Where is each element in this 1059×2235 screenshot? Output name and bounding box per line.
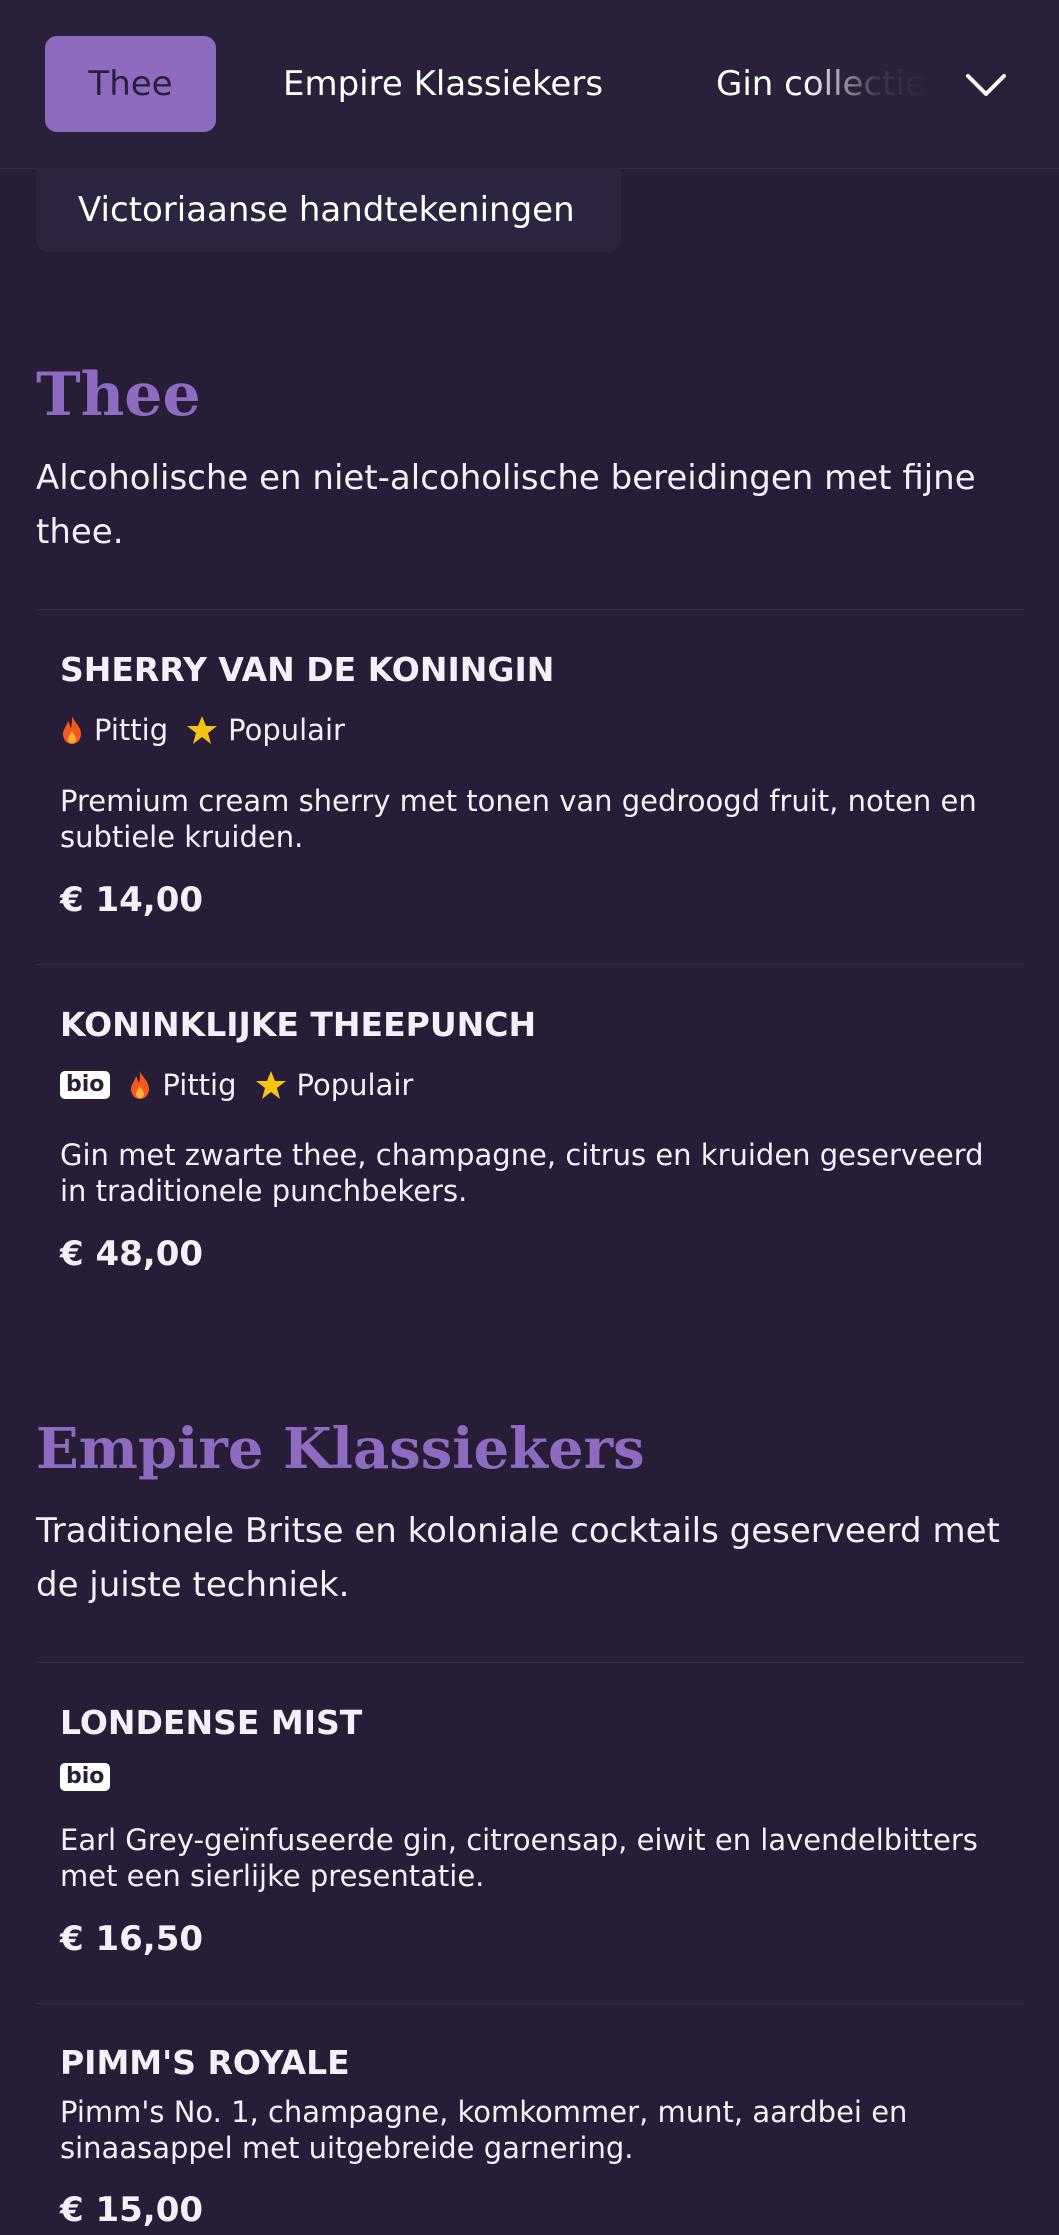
item-description: Earl Grey-geïnfuseerde gin, citroensap, … xyxy=(60,1823,978,1893)
tag-spicy-label: Pittig xyxy=(94,713,169,747)
item-tags: bio xyxy=(60,1757,128,1797)
item-description: Gin met zwarte thee, champagne, citrus e… xyxy=(60,1138,984,1208)
tab-gin-collectie[interactable]: Gin collectie xyxy=(716,36,926,132)
chevron-down-icon[interactable] xyxy=(958,56,1014,112)
tag-bio: bio xyxy=(60,1763,111,1791)
item-price: € 15,00 xyxy=(60,2190,204,2230)
divider xyxy=(36,2003,1024,2004)
item-tags: Pittig Populair xyxy=(60,710,363,750)
flame-icon xyxy=(63,716,81,744)
subcategory-victoriaanse-handtekeningen[interactable]: Victoriaanse handtekeningen xyxy=(36,168,621,252)
divider xyxy=(36,964,1024,965)
item-description: Pimm's No. 1, champagne, komkommer, munt… xyxy=(60,2095,908,2165)
category-nav: Thee Empire Klassiekers Gin collectie xyxy=(0,0,1059,169)
section-description: Alcoholische en niet-alcoholische bereid… xyxy=(36,458,976,552)
tab-empire-klassiekers[interactable]: Empire Klassiekers xyxy=(283,36,603,132)
tag-popular-label: Populair xyxy=(228,713,345,747)
tag-bio: bio xyxy=(60,1071,111,1099)
tag-spicy-label: Pittig xyxy=(162,1068,237,1102)
tag-popular-label: Populair xyxy=(296,1068,414,1102)
tag-popular: Populair xyxy=(255,1068,414,1102)
tag-popular: Populair xyxy=(186,713,345,747)
item-tags: bio Pittig Populair xyxy=(60,1065,431,1105)
divider xyxy=(36,609,1024,610)
star-icon xyxy=(255,1071,286,1099)
tab-thee[interactable]: Thee xyxy=(45,36,216,132)
item-description: Premium cream sherry met tonen van gedro… xyxy=(60,784,977,854)
item-price: € 48,00 xyxy=(60,1234,204,1274)
item-price: € 16,50 xyxy=(60,1919,204,1959)
tag-spicy: Pittig xyxy=(128,1068,237,1102)
divider xyxy=(36,1662,1024,1663)
section-title: Thee xyxy=(36,360,201,430)
category-tabs: Thee Empire Klassiekers Gin collectie xyxy=(0,0,1059,168)
item-name: LONDENSE MIST xyxy=(60,1703,363,1742)
item-name: PIMM'S ROYALE xyxy=(60,2043,350,2082)
section-title: Empire Klassiekers xyxy=(36,1416,645,1482)
tag-spicy: Pittig xyxy=(60,713,168,747)
item-name: KONINKLIJKE THEEPUNCH xyxy=(60,1005,537,1044)
item-name: SHERRY VAN DE KONINGIN xyxy=(60,650,555,689)
star-icon xyxy=(187,716,218,744)
flame-icon xyxy=(131,1071,150,1099)
item-price: € 14,00 xyxy=(60,880,204,920)
section-description: Traditionele Britse en koloniale cocktai… xyxy=(36,1511,1000,1605)
